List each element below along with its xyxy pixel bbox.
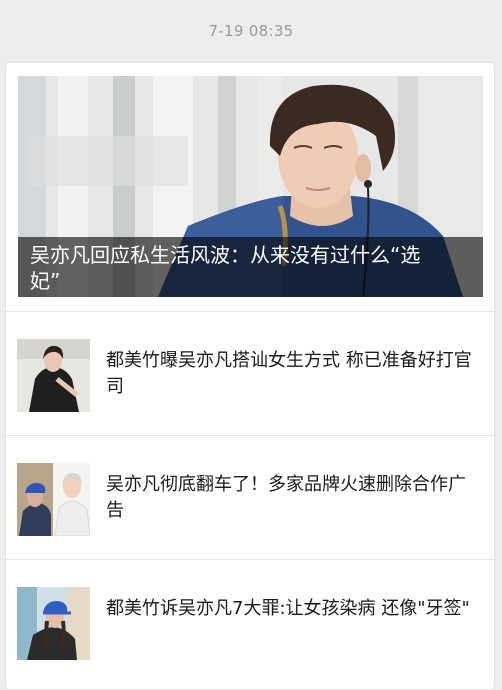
hero-article[interactable]: 吴亦凡回应私生活风波：从来没有过什么“选妃” [18,76,483,297]
news-title: 吴亦凡彻底翻车了！多家品牌火速删除合作广告 [106,474,466,521]
chevron-right-icon[interactable] [443,242,483,290]
news-title: 都美竹诉吴亦凡7大罪:让女孩染病 还像"牙签" [106,598,470,619]
message-timestamp: 7-19 08:35 [208,22,294,40]
news-item[interactable]: 都美竹曝吴亦凡搭讪女生方式 称已准备好打官司 [6,312,494,435]
news-card: 吴亦凡回应私生活风波：从来没有过什么“选妃” 都美竹曝吴亦凡搭讪女生方式 称已准… [5,62,495,690]
news-thumbnail [17,463,90,536]
news-title: 都美竹曝吴亦凡搭讪女生方式 称已准备好打官司 [106,350,472,397]
hero-title: 吴亦凡回应私生活风波：从来没有过什么“选妃” [30,243,421,293]
news-thumbnail [17,339,90,412]
news-item[interactable]: 吴亦凡彻底翻车了！多家品牌火速删除合作广告 [6,436,494,559]
news-thumbnail [17,587,90,660]
news-item[interactable]: 都美竹诉吴亦凡7大罪:让女孩染病 还像"牙签" [6,560,494,683]
hero-caption: 吴亦凡回应私生活风波：从来没有过什么“选妃” [18,237,483,297]
